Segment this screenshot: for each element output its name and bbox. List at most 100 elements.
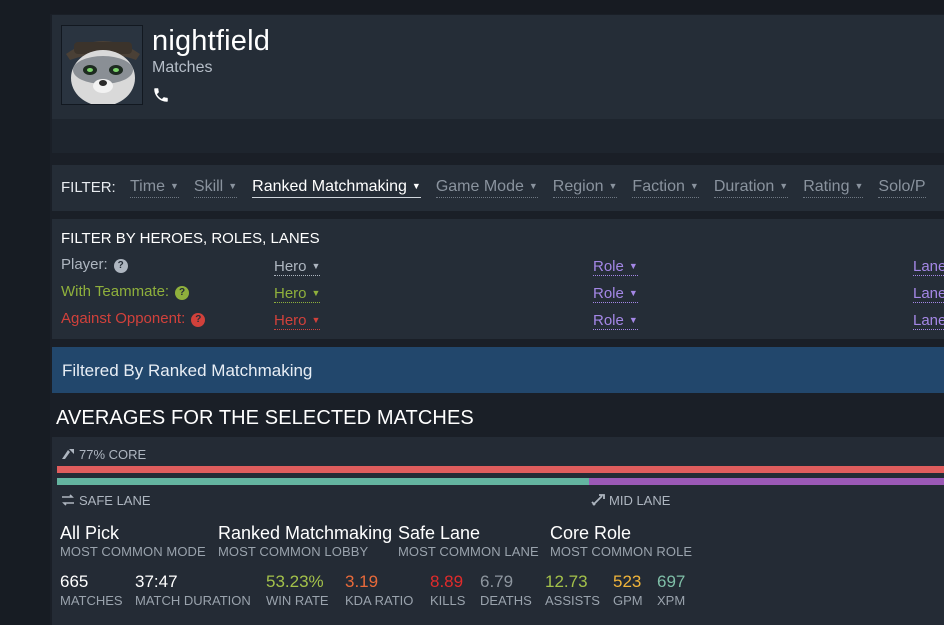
common-mode: All Pick MOST COMMON MODE bbox=[60, 523, 206, 559]
stat-gpm: 523 GPM bbox=[613, 572, 643, 608]
profile-header: nightfield Matches bbox=[52, 15, 944, 119]
caret-down-icon: ▼ bbox=[311, 261, 321, 271]
filter-time[interactable]: Time ▼ bbox=[130, 178, 179, 198]
filter-banner-text: Filtered By Ranked Matchmaking bbox=[62, 361, 313, 380]
common-lane-key: MOST COMMON LANE bbox=[398, 544, 539, 559]
stat-kills: 8.89 KILLS bbox=[430, 572, 465, 608]
top-strip bbox=[0, 0, 944, 14]
common-mode-value: All Pick bbox=[60, 523, 120, 543]
opponent-role-dropdown[interactable]: Role ▼ bbox=[593, 312, 638, 330]
stat-assists-value: 12.73 bbox=[545, 572, 588, 591]
teammate-lane-dropdown[interactable]: Lane bbox=[913, 285, 944, 303]
avatar[interactable] bbox=[61, 25, 143, 105]
caret-down-icon: ▼ bbox=[628, 288, 638, 298]
stat-duration: 37:47 MATCH DURATION bbox=[135, 572, 251, 608]
question-icon[interactable]: ? bbox=[175, 286, 190, 300]
stat-assists: 12.73 ASSISTS bbox=[545, 572, 600, 608]
core-icon bbox=[62, 449, 74, 459]
caret-down-icon: ▼ bbox=[854, 181, 864, 191]
player-hero-dropdown[interactable]: Hero ▼ bbox=[274, 258, 321, 276]
filter-solo-party[interactable]: Solo/P bbox=[878, 178, 926, 198]
teammate-label-text: With Teammate: bbox=[61, 283, 170, 300]
stat-matches: 665 MATCHES bbox=[60, 572, 123, 608]
stat-kills-key: KILLS bbox=[430, 593, 466, 608]
stat-gpm-key: GPM bbox=[613, 593, 643, 608]
caret-down-icon: ▼ bbox=[228, 181, 238, 191]
page-subtitle: Matches bbox=[152, 59, 213, 76]
phone-icon[interactable] bbox=[152, 86, 170, 104]
teammate-role-dropdown[interactable]: Role ▼ bbox=[593, 285, 638, 303]
filter-skill[interactable]: Skill ▼ bbox=[193, 178, 238, 198]
caret-down-icon: ▼ bbox=[628, 315, 638, 325]
hero-role-lane-filters: FILTER BY HEROES, ROLES, LANES Player:? … bbox=[52, 219, 944, 339]
opponent-hero-dropdown[interactable]: Hero ▼ bbox=[274, 312, 321, 330]
filter-game-mode[interactable]: Game Mode ▼ bbox=[435, 178, 538, 198]
common-lane: Safe Lane MOST COMMON LANE bbox=[398, 523, 539, 559]
common-role: Core Role MOST COMMON ROLE bbox=[550, 523, 692, 559]
stat-kda-value: 3.19 bbox=[345, 572, 379, 591]
caret-down-icon: ▼ bbox=[608, 181, 618, 191]
player-label-text: Player: bbox=[61, 256, 108, 273]
caret-down-icon: ▼ bbox=[169, 181, 179, 191]
filter-rating[interactable]: Rating ▼ bbox=[803, 178, 864, 198]
question-icon[interactable]: ? bbox=[113, 259, 128, 273]
player-hero-label: Hero bbox=[274, 258, 307, 275]
averages-panel: 77% CORE SAFE LANE MID LANE All Pick MOS… bbox=[52, 437, 944, 625]
filter-faction[interactable]: Faction ▼ bbox=[632, 178, 699, 198]
caret-down-icon: ▼ bbox=[311, 288, 321, 298]
profile-subheader bbox=[52, 119, 944, 153]
player-lane-dropdown[interactable]: Lane bbox=[913, 258, 944, 276]
hero-filters-title: FILTER BY HEROES, ROLES, LANES bbox=[61, 230, 320, 247]
player-role-dropdown[interactable]: Role ▼ bbox=[593, 258, 638, 276]
caret-down-icon: ▼ bbox=[689, 181, 699, 191]
teammate-role-label: Role bbox=[593, 285, 624, 302]
stat-win-rate-key: WIN RATE bbox=[266, 593, 329, 608]
teammate-filter-label: With Teammate:? bbox=[61, 283, 190, 300]
safe-lane-bar bbox=[57, 478, 589, 485]
player-role-label: Role bbox=[593, 258, 624, 275]
caret-down-icon: ▼ bbox=[311, 315, 321, 325]
opponent-role-label: Role bbox=[593, 312, 624, 329]
filter-solo-party-label: Solo/P bbox=[878, 178, 926, 195]
filter-faction-label: Faction bbox=[632, 178, 685, 195]
caret-down-icon: ▼ bbox=[628, 261, 638, 271]
filter-lobby-label: Ranked Matchmaking bbox=[252, 178, 407, 195]
common-lobby: Ranked Matchmaking MOST COMMON LOBBY bbox=[218, 523, 392, 559]
stat-deaths: 6.79 DEATHS bbox=[480, 572, 532, 608]
question-icon[interactable]: ? bbox=[191, 313, 206, 327]
stat-kda-key: KDA RATIO bbox=[345, 593, 414, 608]
filter-region[interactable]: Region ▼ bbox=[552, 178, 618, 198]
player-filter-label: Player:? bbox=[61, 256, 128, 273]
filter-game-mode-label: Game Mode bbox=[435, 178, 524, 195]
stat-deaths-value: 6.79 bbox=[480, 572, 514, 591]
opponent-filter-row: Against Opponent:? Hero ▼ Role ▼ Lane bbox=[52, 310, 944, 332]
mid-lane-icon bbox=[591, 494, 605, 506]
teammate-hero-dropdown[interactable]: Hero ▼ bbox=[274, 285, 321, 303]
stat-duration-value: 37:47 bbox=[135, 572, 178, 591]
stat-xpm-key: XPM bbox=[657, 593, 686, 608]
opponent-filter-label: Against Opponent:? bbox=[61, 310, 206, 327]
stat-deaths-key: DEATHS bbox=[480, 593, 532, 608]
common-lane-value: Safe Lane bbox=[398, 523, 481, 543]
teammate-filter-row: With Teammate:? Hero ▼ Role ▼ Lane bbox=[52, 283, 944, 305]
stat-xpm-value: 697 bbox=[657, 572, 686, 591]
caret-down-icon: ▼ bbox=[411, 181, 421, 191]
left-gutter bbox=[0, 0, 50, 625]
filter-duration[interactable]: Duration ▼ bbox=[713, 178, 789, 198]
filter-lobby[interactable]: Ranked Matchmaking ▼ bbox=[252, 178, 421, 198]
safe-lane-legend: SAFE LANE bbox=[61, 493, 151, 508]
filter-rating-label: Rating bbox=[803, 178, 850, 195]
opponent-label-text: Against Opponent: bbox=[61, 310, 186, 327]
stat-duration-key: MATCH DURATION bbox=[135, 593, 251, 608]
stat-matches-value: 665 bbox=[60, 572, 89, 591]
filter-duration-label: Duration bbox=[713, 178, 775, 195]
stat-win-rate: 53.23% WIN RATE bbox=[266, 572, 329, 608]
player-lane-label: Lane bbox=[913, 258, 944, 275]
opponent-lane-dropdown[interactable]: Lane bbox=[913, 312, 944, 330]
filter-items: Time ▼ Skill ▼ Ranked Matchmaking ▼ Game Mode ▼… bbox=[130, 178, 941, 198]
core-bar bbox=[57, 466, 944, 473]
safe-lane-icon bbox=[62, 494, 74, 506]
filter-banner: Filtered By Ranked Matchmaking bbox=[52, 347, 944, 393]
filter-region-label: Region bbox=[552, 178, 604, 195]
stat-kills-value: 8.89 bbox=[430, 572, 464, 591]
